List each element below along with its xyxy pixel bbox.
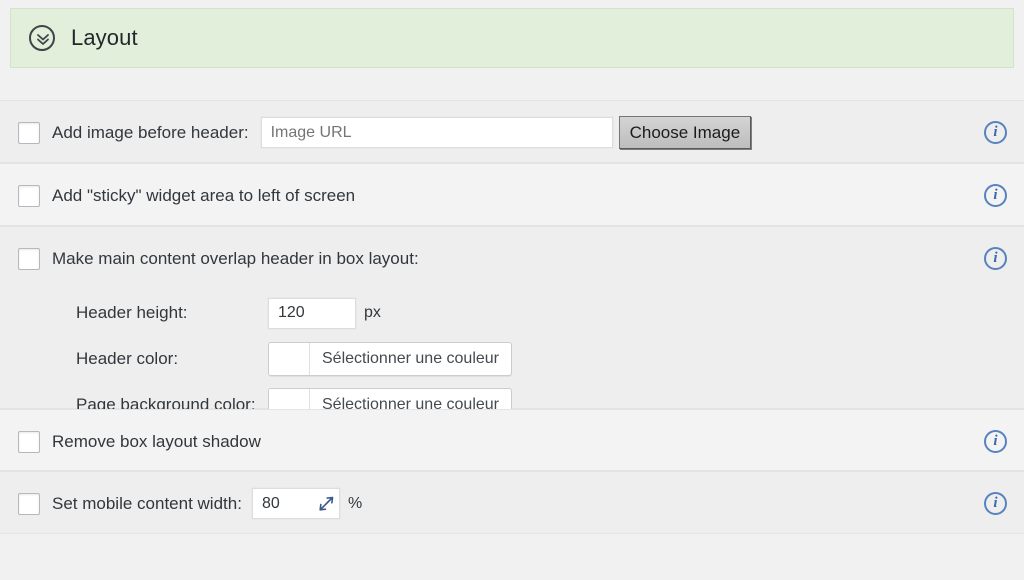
label-set-mobile-content-width: Set mobile content width:: [52, 493, 242, 513]
checkbox-add-image-before-header[interactable]: [18, 121, 40, 144]
unit-header-height: px: [364, 304, 381, 321]
row-add-image-before-header: Add image before header: Choose Image i: [0, 100, 1024, 163]
header-color-picker-button[interactable]: Sélectionner une couleur: [268, 342, 513, 376]
label-add-image-before-header: Add image before header:: [52, 122, 249, 142]
label-header-height: Header height:: [76, 303, 188, 322]
info-icon[interactable]: i: [984, 184, 1007, 207]
choose-image-button[interactable]: Choose Image: [618, 116, 752, 149]
layout-settings-panel: Layout Add image before header: Choose I…: [0, 0, 1024, 580]
row-main-content-overlap-header: Make main content overlap header in box …: [0, 226, 1024, 422]
label-remove-box-layout-shadow: Remove box layout shadow: [52, 431, 261, 451]
page-title: Layout: [71, 25, 138, 50]
subrow-header-height: Header height: px: [18, 290, 1024, 336]
header-color-swatch[interactable]: [269, 343, 310, 375]
info-icon[interactable]: i: [984, 430, 1007, 453]
checkbox-remove-box-layout-shadow[interactable]: [18, 430, 40, 453]
header-height-input[interactable]: [268, 297, 356, 329]
unit-mobile-content-width: %: [347, 494, 363, 512]
info-icon[interactable]: i: [984, 247, 1007, 270]
subrow-header-color: Header color: Sélectionner une couleur: [18, 336, 1024, 382]
mobile-content-width-field: [251, 488, 340, 519]
row-set-mobile-content-width: Set mobile content width: % i: [0, 471, 1024, 534]
mobile-content-width-input[interactable]: [251, 488, 340, 519]
label-sticky-widget-area: Add "sticky" widget area to left of scre…: [52, 185, 356, 205]
checkbox-main-content-overlap-header[interactable]: [18, 247, 40, 270]
checkbox-sticky-widget-area[interactable]: [18, 184, 40, 207]
label-main-content-overlap-header: Make main content overlap header in box …: [52, 248, 419, 268]
row-sticky-widget-area: Add "sticky" widget area to left of scre…: [0, 163, 1024, 226]
section-header-layout[interactable]: Layout: [10, 8, 1014, 68]
chevron-double-down-icon[interactable]: [29, 25, 55, 51]
label-header-color: Header color:: [76, 349, 179, 368]
checkbox-set-mobile-content-width[interactable]: [18, 492, 40, 515]
header-color-picker-label: Sélectionner une couleur: [322, 350, 500, 367]
info-icon[interactable]: i: [984, 492, 1007, 515]
settings-rows: Add image before header: Choose Image i …: [0, 100, 1024, 534]
image-url-input[interactable]: [260, 117, 613, 148]
row-remove-box-layout-shadow: Remove box layout shadow i: [0, 409, 1024, 471]
info-icon[interactable]: i: [984, 121, 1007, 144]
